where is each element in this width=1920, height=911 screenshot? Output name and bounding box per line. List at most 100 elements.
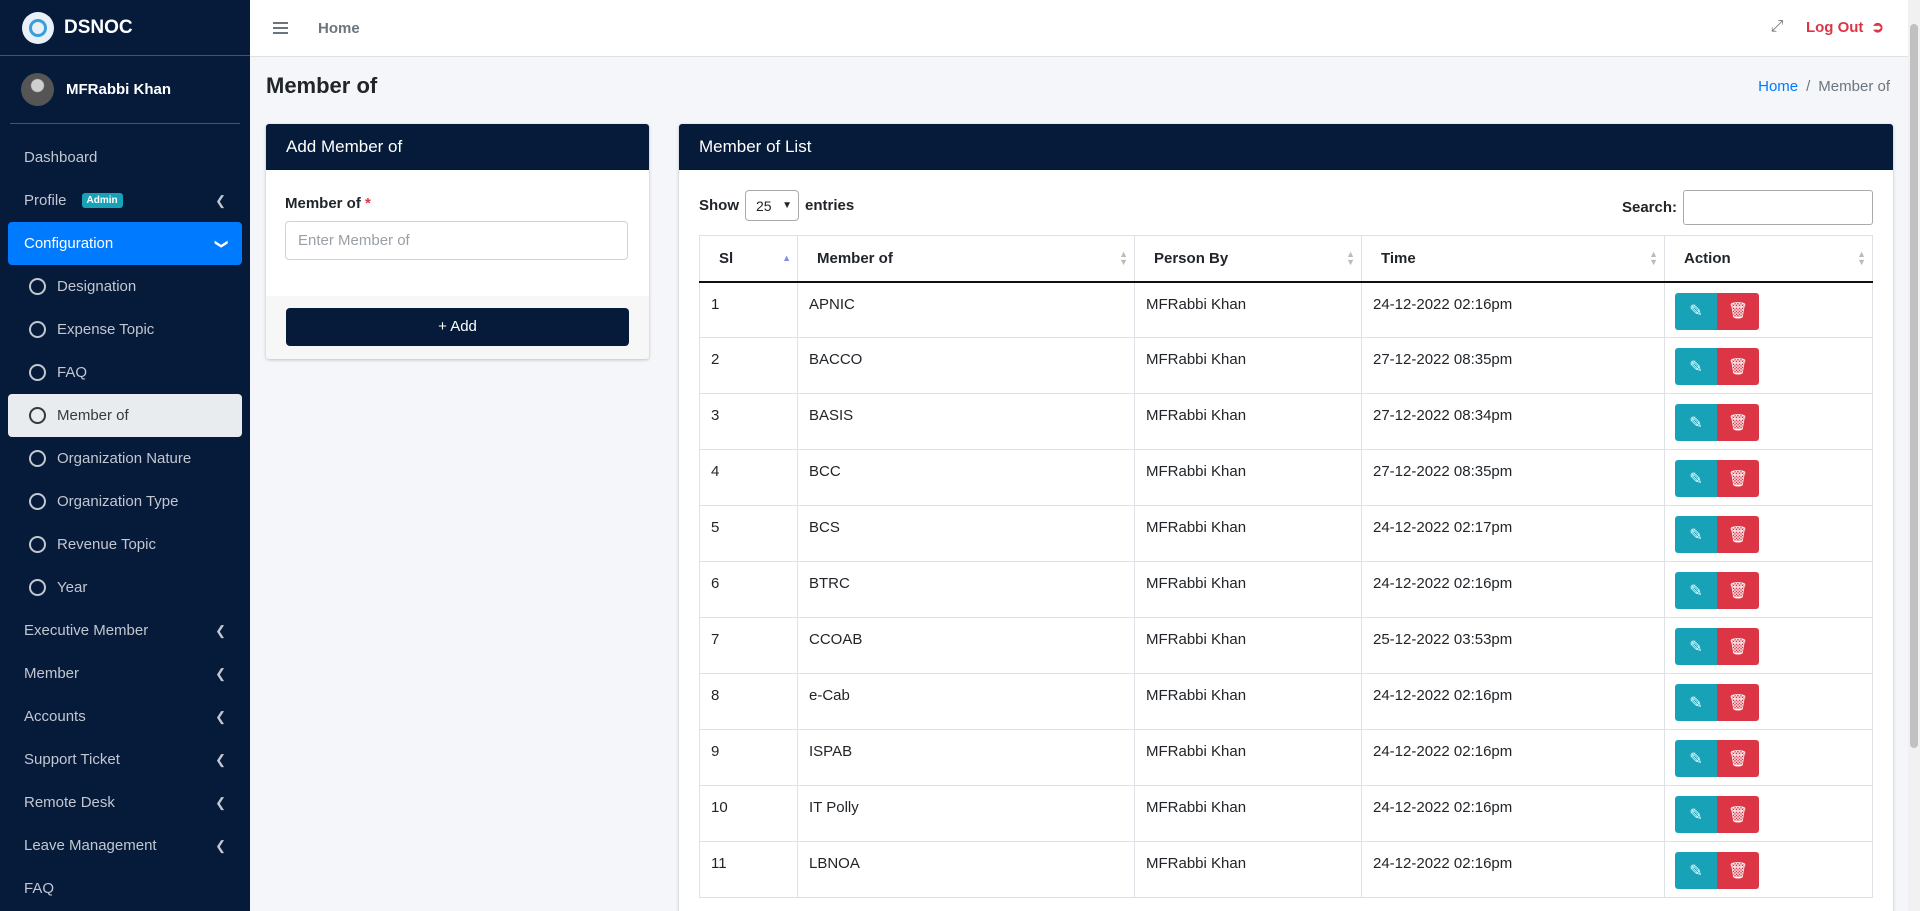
edit-button[interactable]: ✎ [1675,852,1717,889]
column-header-person-by[interactable]: Person By ▲ ▼ [1134,235,1362,283]
delete-button[interactable]: 🗑 [1717,460,1759,497]
sidebar-item-remote-desk[interactable]: Remote Desk ❮ [8,781,242,824]
edit-button[interactable]: ✎ [1675,572,1717,609]
sidebar-item-faq[interactable]: FAQ [8,867,242,910]
edit-icon: ✎ [1689,638,1703,656]
circle-icon [29,493,46,510]
delete-button[interactable]: 🗑 [1717,796,1759,833]
circle-icon [29,579,46,596]
delete-button[interactable]: 🗑 [1717,684,1759,721]
brand-link[interactable]: DSNOC [0,0,250,56]
action-buttons: ✎ 🗑 [1675,292,1872,330]
table-row: 6 BTRC MFRabbi Khan 24-12-2022 02:16pm ✎ 🗑 [699,561,1873,618]
edit-button[interactable]: ✎ [1675,460,1717,497]
logout-button[interactable]: Log Out ➲ [1806,18,1884,37]
edit-button[interactable]: ✎ [1675,740,1717,777]
cell-member-of: LBNOA [797,841,1135,898]
delete-button[interactable]: 🗑 [1717,852,1759,889]
edit-button[interactable]: ✎ [1675,796,1717,833]
sidebar-subitem-member-of[interactable]: Member of [8,394,242,437]
cell-action: ✎ 🗑 [1664,673,1873,730]
hamburger-icon[interactable] [273,22,288,34]
delete-button[interactable]: 🗑 [1717,516,1759,553]
sidebar-item-dashboard[interactable]: Dashboard [8,136,242,179]
cell-sl: 4 [699,449,798,506]
cell-action: ✎ 🗑 [1664,617,1873,674]
sidebar: DSNOC MFRabbi Khan Dashboard Profile Adm… [0,0,250,911]
column-label: Sl [719,249,734,267]
sidebar-subitem-designation[interactable]: Designation [8,265,242,308]
edit-button[interactable]: ✎ [1675,628,1717,665]
search-input[interactable] [1683,190,1873,225]
delete-button[interactable]: 🗑 [1717,292,1759,330]
sidebar-subitem-expense-topic[interactable]: Expense Topic [8,308,242,351]
edit-button[interactable]: ✎ [1675,404,1717,441]
delete-button[interactable]: 🗑 [1717,348,1759,385]
sidebar-item-label: Dashboard [24,149,98,166]
breadcrumb-home-link[interactable]: Home [1758,78,1798,95]
column-header-sl[interactable]: Sl ▲ [699,235,798,283]
sidebar-subitem-year[interactable]: Year [8,566,242,609]
scrollbar[interactable] [1908,0,1920,911]
action-buttons: ✎ 🗑 [1675,852,1872,889]
cell-action: ✎ 🗑 [1664,337,1873,394]
cell-action: ✎ 🗑 [1664,841,1873,898]
cell-sl: 11 [699,841,798,898]
member-of-table: Sl ▲ Member of ▲ ▼ Person By ▲ ▼ Time ▲ ▼ Actio… [699,235,1873,898]
column-header-time[interactable]: Time ▲ ▼ [1361,235,1665,283]
scrollbar-thumb[interactable] [1910,24,1918,748]
edit-icon: ✎ [1689,414,1703,432]
cell-time: 24-12-2022 02:16pm [1361,841,1665,898]
search-label: Search: [1621,199,1677,216]
action-buttons: ✎ 🗑 [1675,740,1872,777]
member-of-list-card: Member of List Show 25 ▼ entries Search:… [679,124,1893,911]
sidebar-item-accounts[interactable]: Accounts ❮ [8,695,242,738]
entries-select[interactable]: 25 ▼ [745,190,799,221]
show-label: Show [699,197,739,214]
column-header-action[interactable]: Action ▲ ▼ [1664,235,1873,283]
column-header-member-of[interactable]: Member of ▲ ▼ [797,235,1135,283]
edit-button[interactable]: ✎ [1675,348,1717,385]
sidebar-subitem-revenue-topic[interactable]: Revenue Topic [8,523,242,566]
delete-button[interactable]: 🗑 [1717,404,1759,441]
user-panel[interactable]: MFRabbi Khan [10,56,240,124]
top-home-link[interactable]: Home [318,20,360,37]
sidebar-item-label: FAQ [57,364,88,381]
sidebar-item-label: Configuration [24,235,114,252]
sidebar-subitem-organization-nature[interactable]: Organization Nature [8,437,242,480]
sidebar-item-support-ticket[interactable]: Support Ticket ❮ [8,738,242,781]
delete-button[interactable]: 🗑 [1717,628,1759,665]
member-of-label-text: Member of [285,195,361,212]
trash-icon: 🗑 [1727,750,1749,768]
table-row: 9 ISPAB MFRabbi Khan 24-12-2022 02:16pm ✎ 🗑 [699,729,1873,786]
chevron-left-icon: ❮ [215,751,226,767]
sidebar-subitem-organization-type[interactable]: Organization Type [8,480,242,523]
delete-button[interactable]: 🗑 [1717,740,1759,777]
cell-sl: 2 [699,337,798,394]
sidebar-item-executive-member[interactable]: Executive Member ❮ [8,609,242,652]
sidebar-item-configuration[interactable]: Configuration ❮ [8,222,242,265]
add-button[interactable]: + Add [286,308,629,346]
edit-button[interactable]: ✎ [1675,516,1717,553]
action-buttons: ✎ 🗑 [1675,796,1872,833]
sidebar-item-leave-management[interactable]: Leave Management ❮ [8,824,242,867]
edit-icon: ✎ [1689,582,1703,600]
cell-person-by: MFRabbi Khan [1134,393,1362,450]
chevron-left-icon: ❮ [215,837,226,853]
cell-action: ✎ 🗑 [1664,729,1873,786]
member-of-input[interactable] [285,221,628,260]
sidebar-subitem-faq[interactable]: FAQ [8,351,242,394]
delete-button[interactable]: 🗑 [1717,572,1759,609]
edit-button[interactable]: ✎ [1675,684,1717,721]
expand-icon[interactable]: ⤢ [1769,19,1785,35]
sort-icon: ▲ ▼ [1119,249,1128,268]
cell-time: 24-12-2022 02:16pm [1361,673,1665,730]
cell-member-of: IT Polly [797,785,1135,842]
table-row: 1 APNIC MFRabbi Khan 24-12-2022 02:16pm ✎ 🗑 [699,281,1873,338]
sidebar-item-profile[interactable]: Profile Admin ❮ [8,179,242,222]
table-row: 11 LBNOA MFRabbi Khan 24-12-2022 02:16pm ✎ 🗑 [699,841,1873,898]
member-of-label: Member of * [285,195,371,212]
edit-icon: ✎ [1689,470,1703,488]
edit-button[interactable]: ✎ [1675,292,1717,330]
sidebar-item-member[interactable]: Member ❮ [8,652,242,695]
